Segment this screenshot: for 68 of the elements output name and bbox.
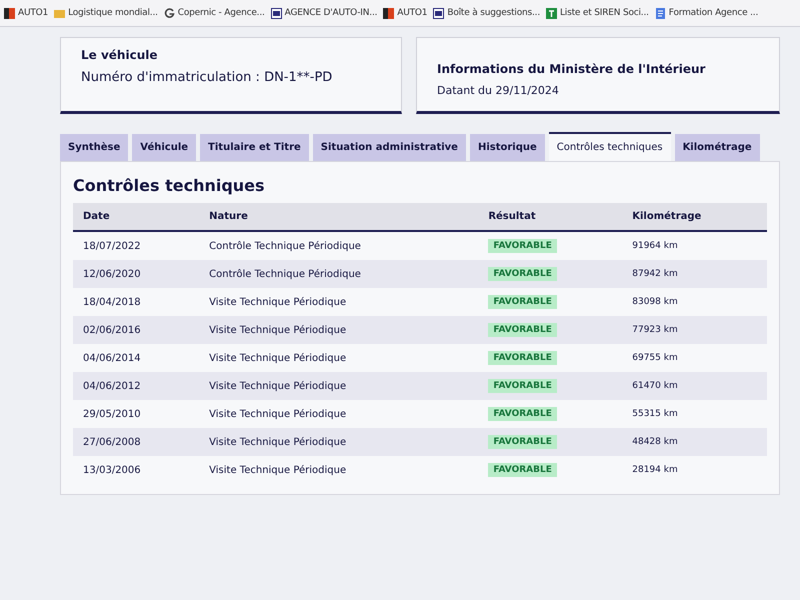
result-badge: FAVORABLE bbox=[488, 435, 557, 449]
table-cell: 48428 km bbox=[622, 428, 767, 456]
tab[interactable]: Contrôles techniques bbox=[548, 132, 671, 161]
table-cell: Visite Technique Périodique bbox=[199, 288, 478, 316]
date-text: Datant du 29/11/2024 bbox=[437, 84, 560, 97]
tab[interactable]: Kilométrage bbox=[674, 134, 760, 161]
flag-icon bbox=[4, 8, 15, 18]
tab[interactable]: Situation administrative bbox=[312, 134, 466, 161]
result-badge: FAVORABLE bbox=[488, 267, 557, 281]
table-cell: Visite Technique Périodique bbox=[199, 400, 478, 428]
table-cell: Contrôle Technique Périodique bbox=[199, 231, 478, 260]
table-cell: 55315 km bbox=[622, 400, 767, 428]
result-badge: FAVORABLE bbox=[488, 463, 557, 477]
table-cell: 27/06/2008 bbox=[73, 428, 200, 456]
table-cell: 69755 km bbox=[622, 344, 767, 372]
table-cell: Visite Technique Périodique bbox=[199, 456, 478, 484]
table-cell: 28194 km bbox=[622, 456, 767, 484]
table-cell: 18/07/2022 bbox=[73, 231, 200, 260]
card-title: Le véhicule bbox=[81, 48, 158, 62]
table-cell: Visite Technique Périodique bbox=[199, 372, 478, 400]
result-badge: FAVORABLE bbox=[488, 379, 557, 393]
table-cell: 04/06/2014 bbox=[73, 344, 200, 372]
folder-icon bbox=[54, 8, 66, 18]
card-title: Informations du Ministère de l'Intérieur bbox=[437, 62, 706, 76]
column-header: Date bbox=[73, 203, 200, 231]
tab[interactable]: Synthèse bbox=[60, 134, 128, 161]
bookmark-link[interactable]: Boîte à suggestions... bbox=[447, 8, 540, 18]
table-cell: Contrôle Technique Périodique bbox=[199, 260, 478, 288]
section-title: Contrôles techniques bbox=[73, 176, 266, 195]
table-cell: 04/06/2012 bbox=[73, 372, 200, 400]
letter-g-icon bbox=[164, 8, 175, 18]
table-cell: Visite Technique Périodique bbox=[199, 344, 478, 372]
table-cell: 61470 km bbox=[622, 372, 767, 400]
tab[interactable]: Historique bbox=[470, 134, 545, 161]
tab[interactable]: Véhicule bbox=[132, 134, 196, 161]
table-cell: 02/06/2016 bbox=[73, 316, 200, 344]
table-cell: 83098 km bbox=[622, 288, 767, 316]
result-badge: FAVORABLE bbox=[488, 295, 557, 309]
table-cell: 77923 km bbox=[622, 316, 767, 344]
bookmark-link[interactable]: Liste et SIREN Soci... bbox=[560, 8, 649, 18]
column-header: Kilométrage bbox=[622, 203, 767, 231]
result-badge: FAVORABLE bbox=[488, 351, 557, 365]
bookmark-link[interactable]: Copernic - Agence... bbox=[178, 8, 265, 18]
flag-icon bbox=[383, 8, 394, 18]
bookmark-link[interactable]: AUTO1 bbox=[397, 8, 428, 18]
table-cell: 13/03/2006 bbox=[73, 456, 200, 484]
table-cell: Visite Technique Périodique bbox=[199, 428, 478, 456]
window-icon bbox=[270, 8, 282, 18]
result-badge: FAVORABLE bbox=[488, 239, 557, 253]
bookmark-link[interactable]: AUTO1 bbox=[18, 8, 48, 18]
result-badge: FAVORABLE bbox=[488, 323, 557, 337]
result-badge: FAVORABLE bbox=[488, 407, 557, 421]
window-icon bbox=[433, 8, 444, 18]
bookmark-link[interactable]: Logistique mondial... bbox=[68, 8, 158, 18]
table-cell: 12/06/2020 bbox=[73, 260, 200, 288]
document-icon bbox=[654, 8, 666, 18]
table-cell: Visite Technique Périodique bbox=[199, 316, 478, 344]
table-cell: 18/04/2018 bbox=[73, 288, 200, 316]
table-cell: 87942 km bbox=[622, 260, 767, 288]
bookmark-link[interactable]: Formation Agence ... bbox=[668, 8, 758, 18]
bookmark-link[interactable]: AGENCE D'AUTO-IN... bbox=[284, 8, 378, 18]
registration-text: Numéro d'immatriculation : DN-1**-PD bbox=[81, 70, 334, 85]
column-header: Résultat bbox=[478, 203, 622, 231]
spreadsheet-icon bbox=[546, 8, 557, 18]
column-header: Nature bbox=[199, 203, 478, 231]
tab[interactable]: Titulaire et Titre bbox=[200, 134, 309, 161]
table-cell: 91964 km bbox=[622, 231, 767, 260]
table-cell: 29/05/2010 bbox=[73, 400, 200, 428]
